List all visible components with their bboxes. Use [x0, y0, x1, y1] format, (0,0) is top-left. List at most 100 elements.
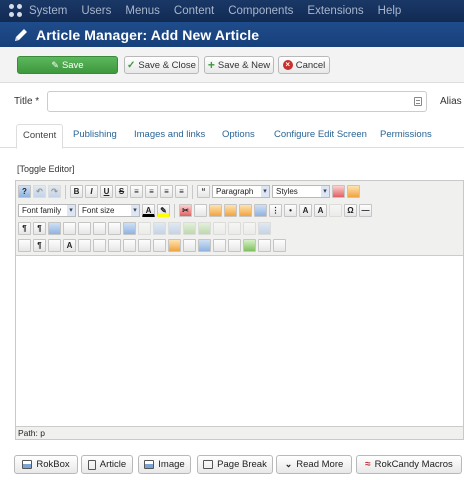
subscript-icon[interactable]: A [299, 204, 312, 217]
tab-publishing[interactable]: Publishing [67, 124, 123, 148]
tab-configure-edit-screen[interactable]: Configure Edit Screen [268, 124, 373, 148]
font-family-select[interactable]: Font family [18, 204, 76, 217]
attribs-icon[interactable] [153, 239, 166, 252]
link-icon[interactable] [213, 239, 226, 252]
insert-code-icon[interactable] [243, 239, 256, 252]
cancel-button[interactable]: × Cancel [278, 56, 330, 74]
strikethrough-icon[interactable]: S [115, 185, 128, 198]
page-title: Article Manager: Add New Article [36, 26, 260, 43]
fullscreen-icon[interactable] [48, 222, 61, 235]
field-list-icon[interactable] [414, 97, 422, 106]
menu-system[interactable]: System [29, 5, 67, 17]
delete-row-icon[interactable] [213, 222, 226, 235]
template-icon[interactable] [168, 239, 181, 252]
unordered-list-icon[interactable]: • [284, 204, 297, 217]
row-after-icon[interactable] [168, 222, 181, 235]
text-color-icon[interactable]: A [142, 204, 155, 217]
abbr-icon[interactable] [93, 239, 106, 252]
menu-users[interactable]: Users [81, 5, 111, 17]
align-right-icon[interactable]: ≡ [175, 185, 188, 198]
align-justify-icon[interactable]: ≡ [130, 185, 143, 198]
print-icon[interactable] [78, 222, 91, 235]
anchor-icon[interactable] [329, 204, 342, 217]
insert-table-icon[interactable] [123, 222, 136, 235]
special-char-icon[interactable]: Ω [344, 204, 357, 217]
replace-icon[interactable] [108, 222, 121, 235]
article-button[interactable]: Article [81, 455, 133, 474]
blockquote-icon[interactable]: “ [197, 185, 210, 198]
col-after-icon[interactable] [198, 222, 211, 235]
ltr-icon[interactable]: ¶ [18, 222, 31, 235]
copy-icon[interactable] [194, 204, 207, 217]
align-center-icon[interactable]: ≡ [145, 185, 158, 198]
visual-aid-icon[interactable] [18, 239, 31, 252]
joomla-logo-icon[interactable] [9, 4, 23, 18]
show-blocks-icon[interactable]: ¶ [33, 239, 46, 252]
tab-images-links[interactable]: Images and links [128, 124, 211, 148]
select-all-icon[interactable] [254, 204, 267, 217]
align-left-icon[interactable]: ≡ [160, 185, 173, 198]
ordered-list-icon[interactable]: ⋮ [269, 204, 282, 217]
preview-icon[interactable] [63, 222, 76, 235]
paste-icon[interactable] [209, 204, 222, 217]
tab-options[interactable]: Options [216, 124, 261, 148]
superscript-icon[interactable]: A [314, 204, 327, 217]
help-icon[interactable]: ? [18, 185, 31, 198]
split-cell-icon[interactable] [228, 222, 241, 235]
path-element[interactable]: p [40, 428, 45, 438]
eraser-icon[interactable] [332, 185, 345, 198]
merge-cells-icon[interactable] [243, 222, 256, 235]
highlight-color-icon[interactable]: ✎ [157, 204, 170, 217]
unlink-icon[interactable] [228, 239, 241, 252]
delete-table-icon[interactable] [138, 222, 151, 235]
menu-extensions[interactable]: Extensions [307, 5, 363, 17]
paste-text-icon[interactable] [224, 204, 237, 217]
undo-icon[interactable]: ↶ [33, 185, 46, 198]
read-more-button[interactable]: ⌄ Read More [276, 455, 352, 474]
page-break-icon[interactable] [273, 239, 286, 252]
del-icon[interactable] [123, 239, 136, 252]
image-label: Image [158, 459, 185, 470]
styles-select[interactable]: Styles [272, 185, 330, 198]
cut-icon[interactable]: ✂ [179, 204, 192, 217]
cleanup-brush-icon[interactable] [347, 185, 360, 198]
cell-props-icon[interactable] [258, 222, 271, 235]
paste-word-icon[interactable] [239, 204, 252, 217]
rokbox-button[interactable]: RokBox [14, 455, 78, 474]
menu-content[interactable]: Content [174, 5, 214, 17]
bold-icon[interactable]: B [70, 185, 83, 198]
rokcandy-macros-button[interactable]: ≈ RokCandy Macros [356, 455, 462, 474]
ins-icon[interactable] [138, 239, 151, 252]
page-break-button[interactable]: Page Break [197, 455, 273, 474]
style-props-icon[interactable]: A [63, 239, 76, 252]
layer-icon[interactable] [258, 239, 271, 252]
menu-menus[interactable]: Menus [125, 5, 160, 17]
image-icon[interactable] [198, 239, 211, 252]
rtl-icon[interactable]: ¶ [33, 222, 46, 235]
title-field[interactable] [47, 91, 427, 112]
horizontal-rule-icon[interactable]: — [359, 204, 372, 217]
acronym-icon[interactable] [108, 239, 121, 252]
col-before-icon[interactable] [183, 222, 196, 235]
cite-icon[interactable] [78, 239, 91, 252]
editor-content-area[interactable] [16, 256, 463, 428]
media-icon[interactable] [48, 239, 61, 252]
save-new-button[interactable]: + Save & New [204, 56, 274, 74]
format-select[interactable]: Paragraph [212, 185, 270, 198]
row-before-icon[interactable] [153, 222, 166, 235]
menu-components[interactable]: Components [228, 5, 293, 17]
tab-content[interactable]: Content [16, 124, 64, 149]
italic-icon[interactable]: I [85, 185, 98, 198]
nonbreaking-icon[interactable] [183, 239, 196, 252]
save-button[interactable]: ✎ Save [17, 56, 118, 74]
underline-icon[interactable]: U [100, 185, 113, 198]
tab-permissions[interactable]: Permissions [374, 124, 438, 148]
save-close-button[interactable]: ✓ Save & Close [124, 56, 199, 74]
title-input[interactable] [48, 92, 398, 111]
redo-icon[interactable]: ↷ [48, 185, 61, 198]
image-button[interactable]: Image [138, 455, 191, 474]
menu-help[interactable]: Help [378, 5, 402, 17]
font-size-select[interactable]: Font size [78, 204, 140, 217]
find-icon[interactable] [93, 222, 106, 235]
toggle-editor-link[interactable]: [Toggle Editor] [17, 164, 75, 174]
